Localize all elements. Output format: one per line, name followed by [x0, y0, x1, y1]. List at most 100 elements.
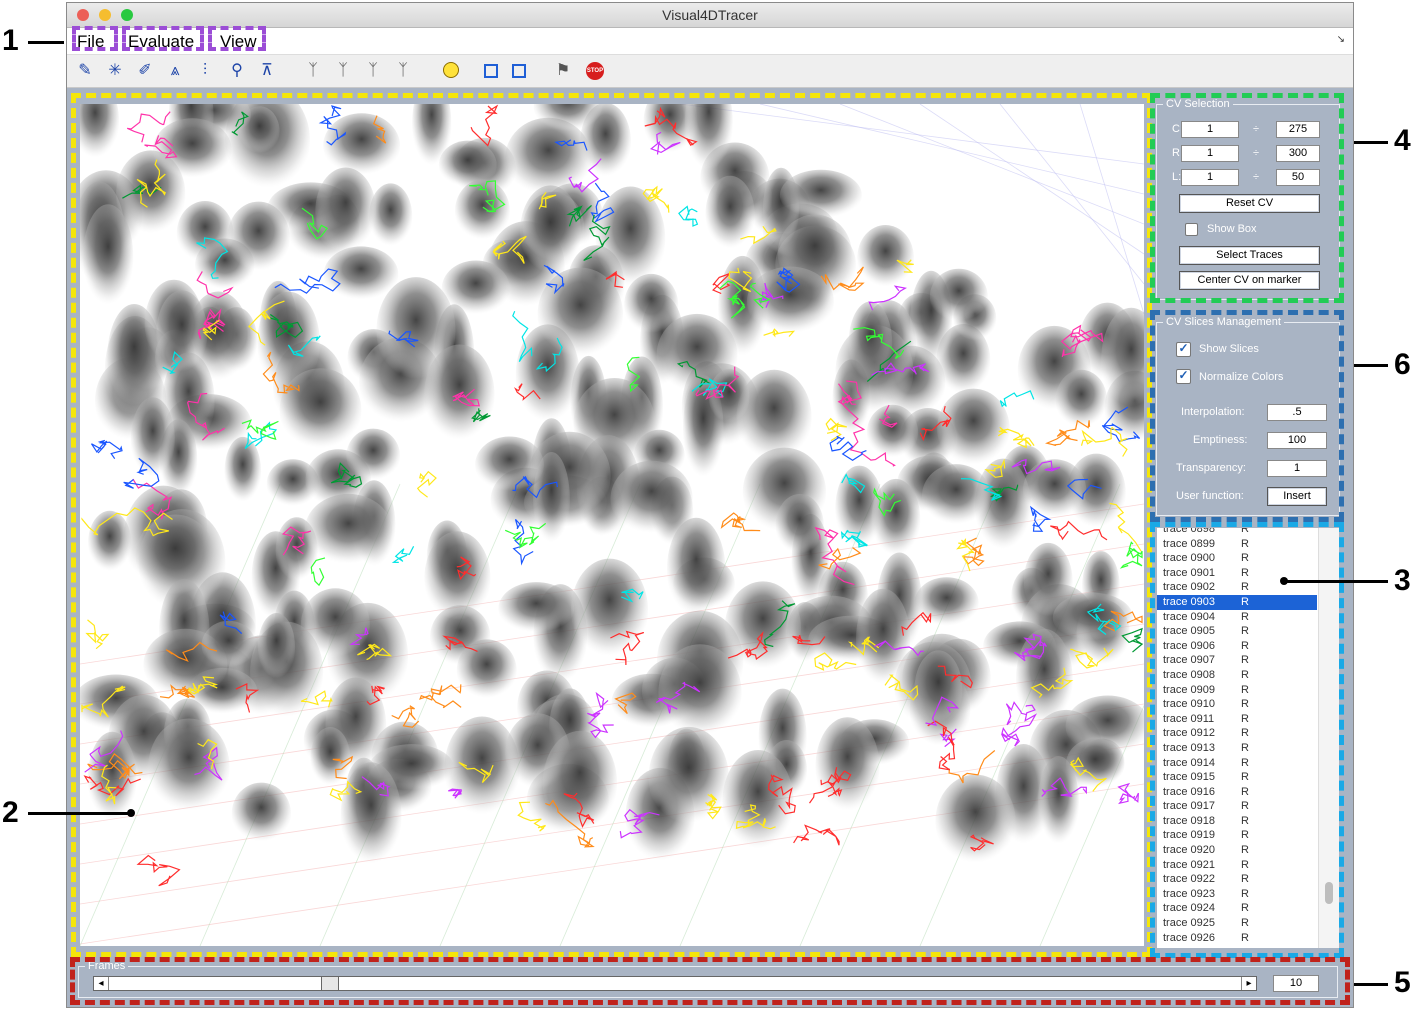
edit-trace-icon[interactable]: ✐	[133, 59, 157, 83]
trace-list-item[interactable]: trace 0904 R	[1157, 610, 1317, 625]
trace-name: trace 0908	[1163, 668, 1215, 681]
cv-l-label: L:	[1172, 171, 1182, 183]
stop-icon[interactable]: STOP	[583, 59, 607, 83]
trace-list-item[interactable]: trace 0901 R	[1157, 566, 1317, 581]
select-path-icon[interactable]: ᛉ	[391, 59, 415, 83]
callout-5-line	[1354, 983, 1388, 986]
cv-selection-legend: CV Selection	[1163, 98, 1233, 110]
trace-list-item[interactable]: trace 0918 R	[1157, 814, 1317, 829]
trace-flag: R	[1241, 844, 1249, 857]
cv-l-from-input[interactable]: 1	[1181, 169, 1239, 186]
transparency-input[interactable]: 1	[1267, 460, 1327, 477]
select-traces-button[interactable]: Select Traces	[1179, 246, 1320, 265]
trace-flag: R	[1241, 537, 1249, 550]
slider-left-arrow[interactable]: ◂	[94, 977, 109, 990]
trace-flag: R	[1241, 712, 1249, 725]
interpolation-label: Interpolation:	[1181, 406, 1245, 418]
frame-number-input[interactable]: 10	[1273, 975, 1319, 992]
trace-name: trace 0907	[1163, 654, 1215, 667]
callout-4-line	[1354, 141, 1388, 144]
branch-trace-icon[interactable]: ⚲	[225, 59, 249, 83]
trace-flag: R	[1241, 668, 1249, 681]
trace-list[interactable]: trace 0898 Rtrace 0899 Rtrace 0900 Rtrace 0…	[1157, 528, 1339, 948]
emptiness-label: Emptiness:	[1193, 434, 1248, 446]
trace-list-item[interactable]: trace 0913 R	[1157, 741, 1317, 756]
menu-view[interactable]: View	[220, 32, 257, 52]
slider-thumb[interactable]	[320, 977, 339, 990]
cv-l-to-input[interactable]: 50	[1276, 169, 1320, 186]
trace-list-item[interactable]: trace 0908 R	[1157, 668, 1317, 683]
reset-cv-button[interactable]: Reset CV	[1179, 194, 1320, 213]
menu-file[interactable]: File	[77, 32, 104, 52]
trace-list-scrollbar[interactable]	[1318, 528, 1339, 948]
trace-list-item[interactable]: trace 0915 R	[1157, 770, 1317, 785]
trace-name: trace 0918	[1163, 814, 1215, 827]
trace-list-item[interactable]: trace 0911 R	[1157, 712, 1317, 727]
cv-r-to-input[interactable]: 300	[1276, 145, 1320, 162]
volume-render[interactable]	[80, 104, 1144, 946]
center-cv-button[interactable]: Center CV on marker	[1179, 271, 1320, 290]
trace-list-item[interactable]: trace 0919 R	[1157, 828, 1317, 843]
resize-icon[interactable]: ↘	[1337, 34, 1345, 45]
trace-name: trace 0916	[1163, 785, 1215, 798]
trace-list-item[interactable]: trace 0923 R	[1157, 887, 1317, 902]
link-trace-icon[interactable]: ⊼	[255, 59, 279, 83]
trace-list-item[interactable]: trace 0917 R	[1157, 799, 1317, 814]
trace-list-item[interactable]: trace 0899 R	[1157, 537, 1317, 552]
trace-list-item[interactable]: trace 0910 R	[1157, 697, 1317, 712]
frames-slider[interactable]: ◂ ▸	[93, 976, 1257, 991]
cv-r-from-input[interactable]: 1	[1181, 145, 1239, 162]
split-trace-icon[interactable]: ⫶	[193, 59, 217, 83]
trace-flag: R	[1241, 902, 1249, 915]
trace-list-item[interactable]: trace 0921 R	[1157, 858, 1317, 873]
callout-2: 2	[2, 796, 19, 829]
trace-list-item[interactable]: trace 0926 R	[1157, 931, 1317, 946]
trace-list-item[interactable]: trace 0909 R	[1157, 683, 1317, 698]
callout-3-line	[1284, 580, 1388, 583]
trace-list-item[interactable]: trace 0903 R	[1157, 594, 1317, 610]
add-trace-icon[interactable]: ⚑	[551, 59, 575, 83]
slider-right-arrow[interactable]: ▸	[1241, 977, 1256, 990]
trace-list-item[interactable]: trace 0906 R	[1157, 639, 1317, 654]
trace-list-item[interactable]: trace 0898 R	[1157, 528, 1317, 537]
3d-viewport[interactable]	[80, 104, 1144, 946]
scrollbar-thumb[interactable]	[1325, 882, 1333, 904]
point-cloud-icon[interactable]: ✳	[103, 59, 127, 83]
interpolation-input[interactable]: .5	[1267, 404, 1327, 421]
select-edge-icon[interactable]: ᛉ	[331, 59, 355, 83]
show-box-checkbox[interactable]	[1185, 223, 1198, 236]
cube-view-icon[interactable]	[479, 59, 503, 83]
trace-list-item[interactable]: trace 0907 R	[1157, 653, 1317, 668]
emptiness-input[interactable]: 100	[1267, 432, 1327, 449]
menu-bar: File Evaluate View ↘	[67, 28, 1353, 55]
lightbulb-icon[interactable]	[439, 59, 463, 83]
frames-legend: Frames	[85, 960, 129, 972]
callout-2-dot	[127, 809, 135, 817]
draw-trace-icon[interactable]: ✎	[73, 59, 97, 83]
trace-list-item[interactable]: trace 0900 R	[1157, 551, 1317, 566]
callout-3-dot	[1280, 577, 1288, 585]
menu-evaluate[interactable]: Evaluate	[128, 32, 194, 52]
trace-name: trace 0913	[1163, 741, 1215, 754]
trace-list-item[interactable]: trace 0905 R	[1157, 624, 1317, 639]
slice-view-icon[interactable]	[507, 59, 531, 83]
insert-button[interactable]: Insert	[1267, 487, 1327, 506]
trace-flag: R	[1241, 771, 1249, 784]
cv-slices-panel: CV Slices Management ✓ Show Slices ✓ Nor…	[1156, 316, 1340, 516]
select-node-icon[interactable]: ᛉ	[301, 59, 325, 83]
cv-c-to-input[interactable]: 275	[1276, 121, 1320, 138]
select-z-icon[interactable]: ᛉ	[361, 59, 385, 83]
show-slices-label: Show Slices	[1199, 343, 1259, 355]
trace-list-item[interactable]: trace 0924 R	[1157, 901, 1317, 916]
trace-list-item[interactable]: trace 0920 R	[1157, 843, 1317, 858]
normalize-colors-checkbox[interactable]: ✓	[1176, 369, 1191, 384]
trace-list-item[interactable]: trace 0922 R	[1157, 872, 1317, 887]
cv-c-from-input[interactable]: 1	[1181, 121, 1239, 138]
cv-r-sep: ÷	[1253, 147, 1260, 159]
show-slices-checkbox[interactable]: ✓	[1176, 342, 1191, 357]
trace-list-item[interactable]: trace 0912 R	[1157, 726, 1317, 741]
trace-list-item[interactable]: trace 0925 R	[1157, 916, 1317, 931]
trace-list-item[interactable]: trace 0914 R	[1157, 756, 1317, 771]
trace-list-item[interactable]: trace 0916 R	[1157, 785, 1317, 800]
merge-trace-icon[interactable]: ⩓	[163, 59, 187, 83]
